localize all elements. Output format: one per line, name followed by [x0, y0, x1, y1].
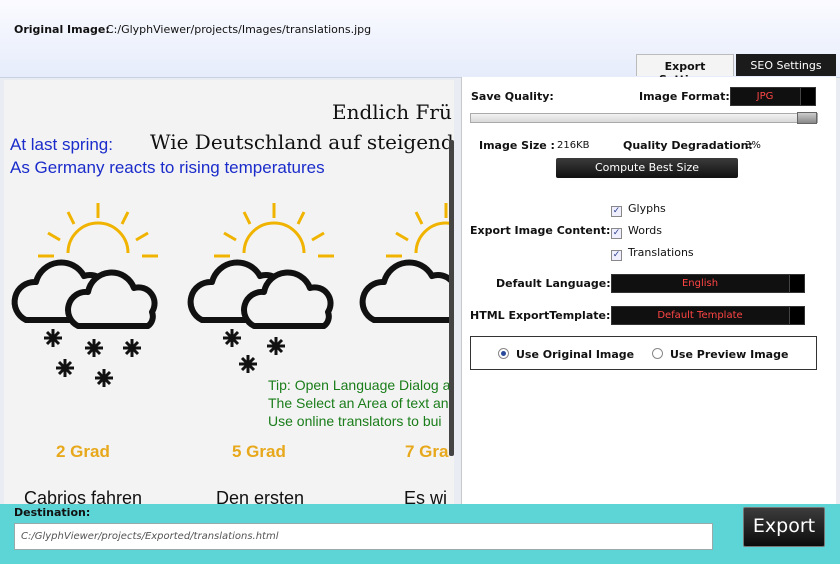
radio-label: Use Preview Image	[670, 348, 789, 361]
tab-seo-settings[interactable]: SEO Settings	[736, 54, 836, 76]
checkbox-checked-icon[interactable]: ✓	[611, 206, 622, 217]
default-language-value: English	[681, 278, 719, 289]
radio-unselected-icon[interactable]	[652, 348, 663, 359]
image-source-group: Use Original Image Use Preview Image	[470, 336, 817, 370]
preview-title-line1: Endlich Frü	[332, 100, 452, 124]
html-template-label: HTML ExportTemplate:	[470, 309, 611, 322]
image-size-value: 216KB	[557, 140, 590, 151]
image-format-label: Image Format:	[639, 90, 730, 103]
snow-cloud-icon	[187, 203, 334, 373]
snow-cloud-icon	[359, 203, 454, 323]
radio-selected-icon[interactable]	[498, 348, 509, 359]
export-settings-panel: Save Quality: Image Format: JPG Image Si…	[461, 77, 836, 505]
chevron-down-icon	[789, 275, 804, 292]
checkbox-label: Words	[628, 224, 663, 237]
checkbox-checked-icon[interactable]: ✓	[611, 250, 622, 261]
grade-label: 7 Gra	[405, 442, 449, 461]
radio-use-original-image[interactable]: Use Original Image	[498, 348, 634, 361]
checkbox-label: Translations	[628, 246, 694, 259]
checkbox-words[interactable]: ✓ Words	[611, 224, 662, 239]
export-button[interactable]: Export	[743, 507, 825, 547]
tip-line1: Tip: Open Language Dialog a	[268, 377, 451, 393]
tip-line2: The Select an Area of text an	[268, 395, 449, 411]
original-image-path: C:/GlyphViewer/projects/Images/translati…	[106, 23, 372, 36]
checkbox-glyphs[interactable]: ✓ Glyphs	[611, 202, 666, 217]
chevron-down-icon	[800, 88, 815, 105]
preview-bottom-text: Cabrios fahren	[24, 488, 143, 504]
preview-bottom-text: Den ersten	[216, 488, 305, 504]
destination-label: Destination:	[14, 506, 91, 519]
radio-use-preview-image[interactable]: Use Preview Image	[652, 348, 788, 361]
html-template-select[interactable]: Default Template	[611, 306, 805, 325]
image-format-select[interactable]: JPG	[730, 87, 816, 106]
save-quality-label: Save Quality:	[471, 90, 554, 103]
save-quality-slider[interactable]	[470, 112, 818, 124]
image-size-label: Image Size :	[479, 139, 555, 152]
checkbox-checked-icon[interactable]: ✓	[611, 228, 622, 239]
radio-label: Use Original Image	[516, 348, 635, 361]
grade-label: 2 Grad	[56, 442, 110, 461]
chevron-down-icon	[789, 307, 804, 324]
destination-bar: Destination: Export	[0, 504, 840, 564]
quality-degradation-label: Quality Degradation:	[623, 139, 753, 152]
translation-line1: At last spring:	[10, 135, 113, 154]
export-content-label: Export Image Content:	[470, 224, 611, 237]
original-image-label: Original Image:	[14, 23, 110, 36]
preview-title-line2: Wie Deutschland auf steigend	[150, 130, 454, 154]
quality-degradation-value: 3%	[745, 140, 761, 151]
tip-line3: Use online translators to bui	[268, 413, 442, 429]
image-preview[interactable]: Endlich Frü Wie Deutschland auf steigend…	[4, 80, 454, 504]
tab-export-settings[interactable]: Export Settings	[636, 54, 734, 86]
top-bar: Original Image: C:/GlyphViewer/projects/…	[0, 0, 840, 86]
snow-cloud-icon	[11, 203, 158, 387]
default-language-label: Default Language:	[496, 277, 611, 290]
grade-label: 5 Grad	[232, 442, 286, 461]
image-format-value: JPG	[756, 91, 774, 102]
checkbox-label: Glyphs	[628, 202, 666, 215]
destination-input[interactable]	[14, 523, 713, 550]
preview-vertical-scrollbar[interactable]	[449, 140, 454, 456]
compute-best-size-button[interactable]: Compute Best Size	[556, 158, 738, 178]
slider-thumb[interactable]	[797, 112, 817, 124]
translation-line2: As Germany reacts to rising temperatures	[10, 158, 325, 177]
default-language-select[interactable]: English	[611, 274, 805, 293]
preview-bottom-text: Es wi	[404, 488, 448, 504]
html-template-value: Default Template	[657, 310, 743, 321]
checkbox-translations[interactable]: ✓ Translations	[611, 246, 694, 261]
